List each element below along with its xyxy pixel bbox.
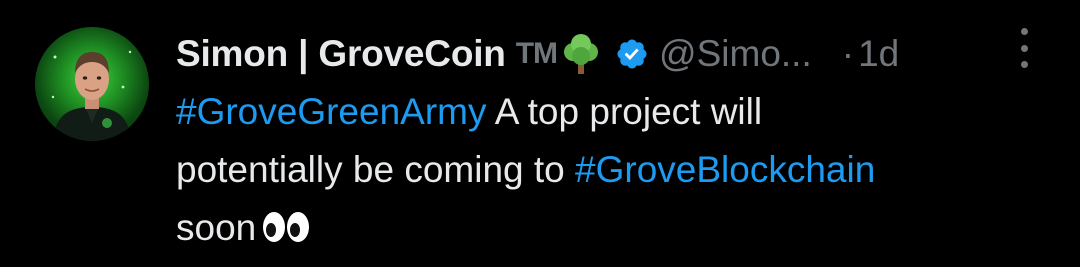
tweet-header: Simon | GroveCoin TM @Simo... · 1d xyxy=(176,26,1036,82)
more-dot xyxy=(1020,61,1028,68)
tweet-text: #GroveGreenArmy A top project will poten… xyxy=(176,83,1056,261)
tweet-line-3: soon xyxy=(176,199,1056,261)
tweet-text-segment: potentially be coming to xyxy=(176,149,576,190)
user-handle[interactable]: @Simo... xyxy=(659,33,812,75)
tweet-text-segment: A top project will xyxy=(486,91,763,132)
tree-emoji-icon xyxy=(561,32,601,76)
tweet-line-1: #GroveGreenArmy A top project will xyxy=(176,83,1056,141)
tweet-content: Simon | GroveCoin TM @Simo... · 1d xyxy=(176,26,1036,82)
verified-badge-icon[interactable] xyxy=(615,37,649,71)
trademark-label: TM xyxy=(515,37,558,70)
timestamp[interactable]: 1d xyxy=(858,33,899,75)
more-dot xyxy=(1020,44,1028,52)
hashtag-grovegreenarmy[interactable]: #GroveGreenArmy xyxy=(176,91,487,132)
hashtag-groveblockchain[interactable]: #GroveBlockchain xyxy=(575,149,875,190)
avatar[interactable] xyxy=(35,27,149,141)
more-dot xyxy=(1020,28,1028,35)
separator-dot: · xyxy=(841,33,855,74)
tweet-text-segment: soon xyxy=(176,207,257,248)
tweet[interactable]: Simon | GroveCoin TM @Simo... · 1d #Grov… xyxy=(0,0,1080,267)
more-options-icon[interactable] xyxy=(1012,28,1036,68)
avatar-image xyxy=(51,50,132,141)
eyes-emoji-icon xyxy=(262,203,310,261)
display-name[interactable]: Simon | GroveCoin xyxy=(176,33,506,75)
tweet-line-2: potentially be coming to #GroveBlockchai… xyxy=(176,141,1056,199)
